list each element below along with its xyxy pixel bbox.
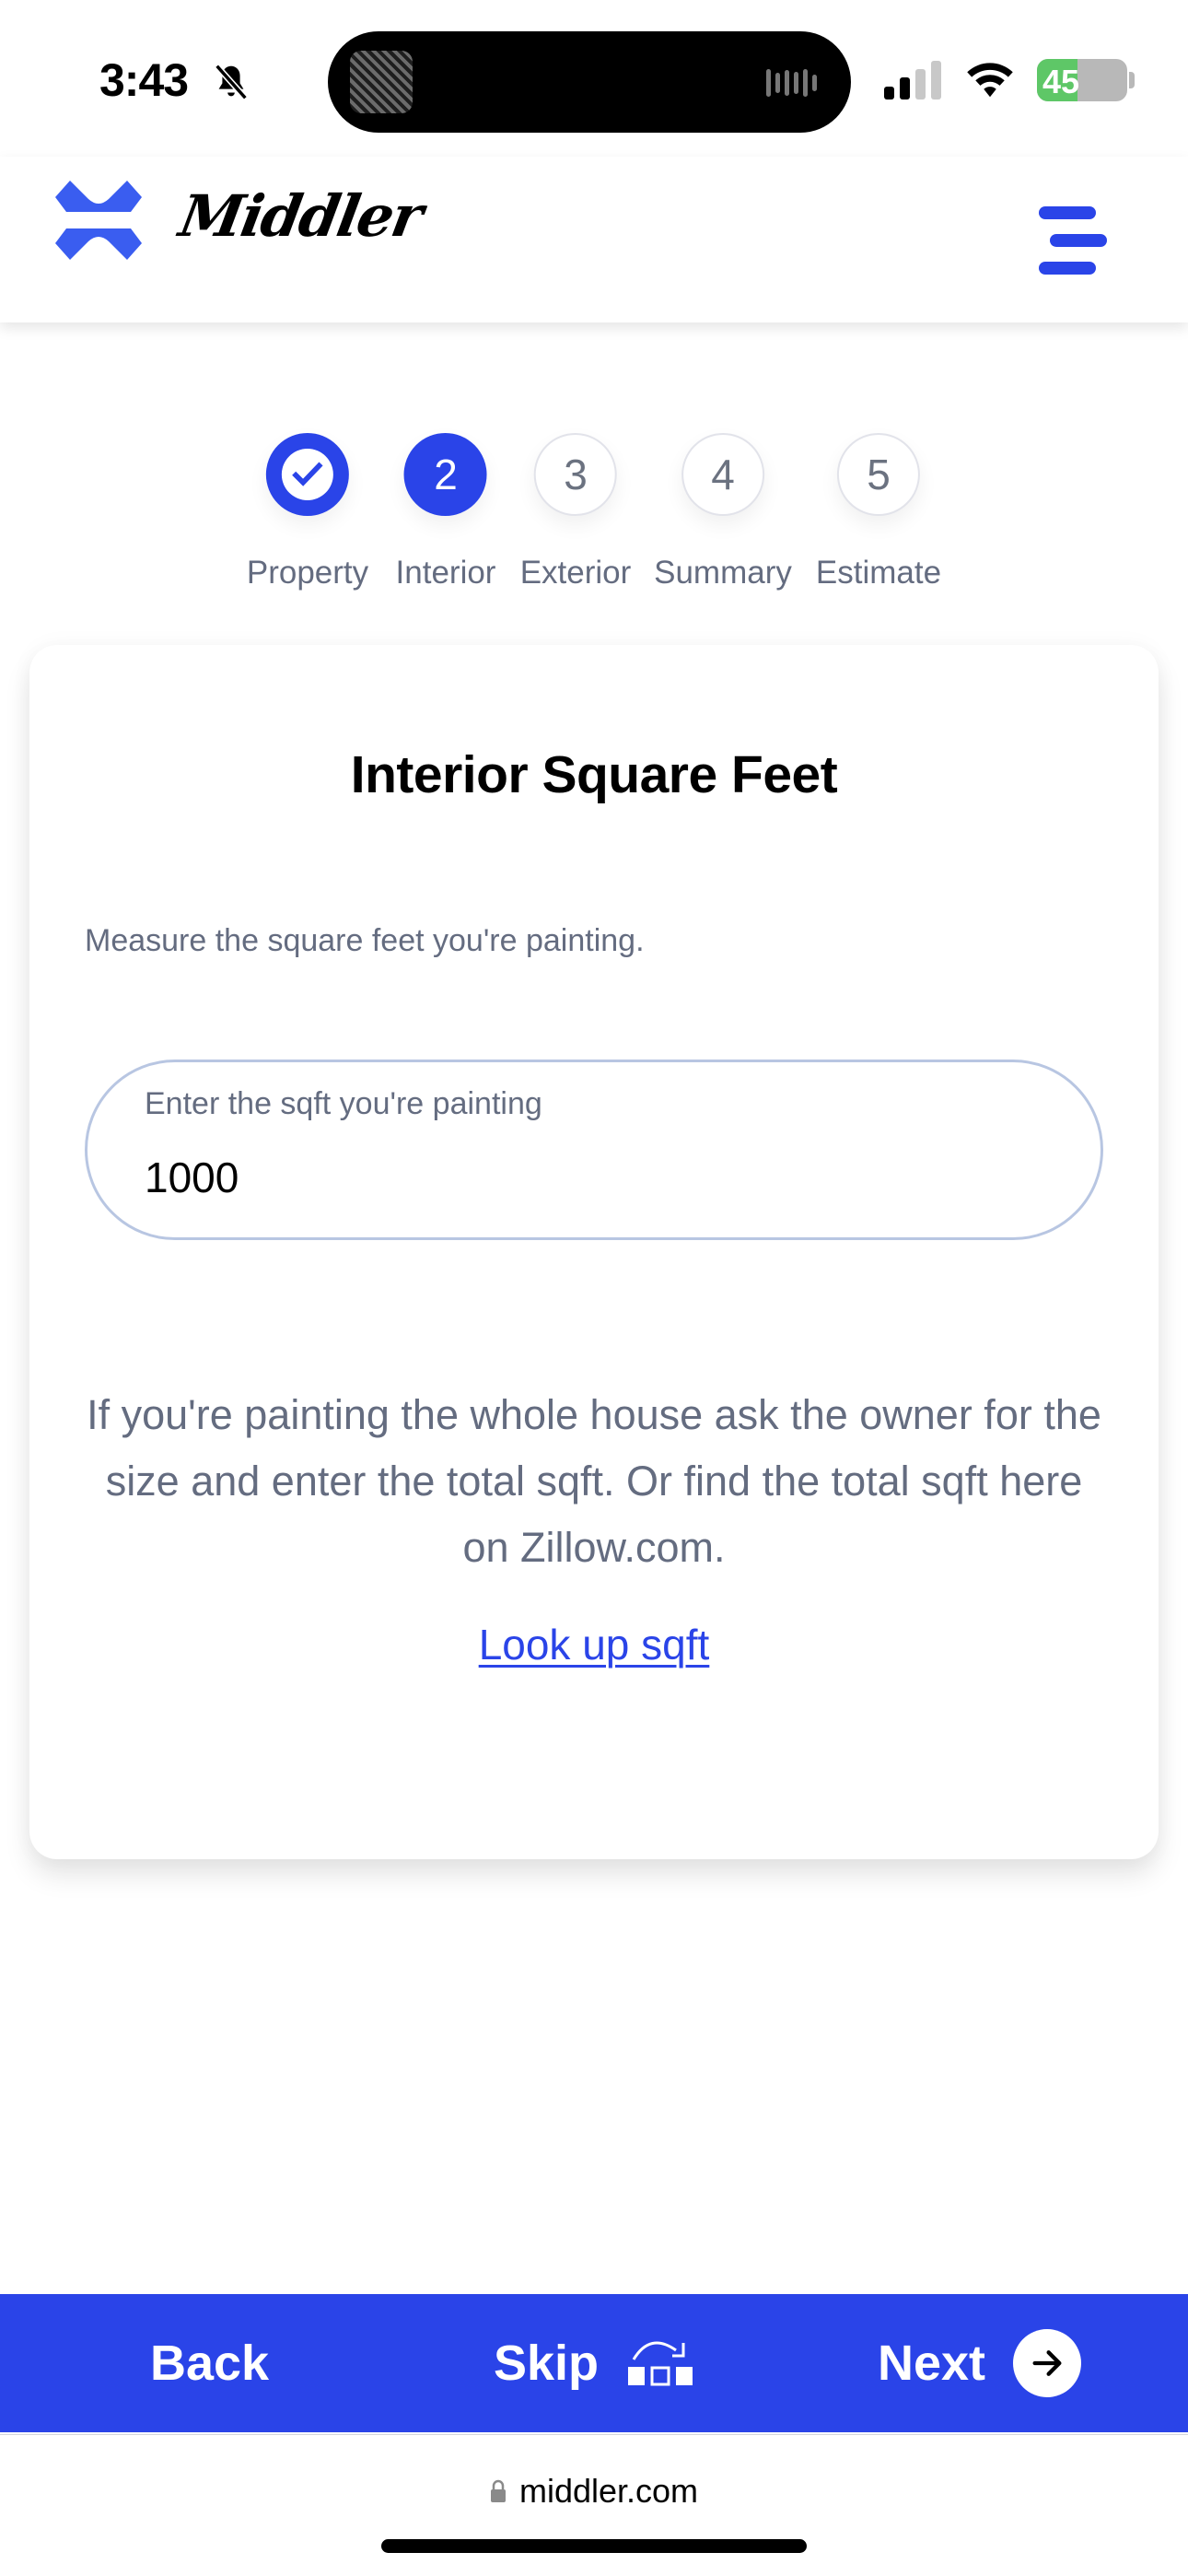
sqft-field[interactable]: Enter the sqft you're painting <box>85 1060 1103 1240</box>
bell-slash-icon <box>215 64 248 100</box>
status-time: 3:43 <box>99 54 189 106</box>
step-property[interactable]: Property <box>247 433 368 591</box>
sqft-card: Interior Square Feet Measure the square … <box>29 645 1159 1859</box>
status-bar: 3:43 45 <box>0 0 1188 157</box>
home-indicator[interactable] <box>381 2539 807 2553</box>
step-circle: 3 <box>534 433 617 516</box>
middler-logo-icon[interactable] <box>53 179 144 262</box>
audio-waveform-icon <box>766 66 823 100</box>
cellular-signal-icon <box>884 61 945 100</box>
skip-button[interactable]: Skip <box>494 2294 696 2432</box>
back-button[interactable]: Back <box>150 2294 269 2432</box>
now-playing-artwork <box>350 51 413 113</box>
menu-line <box>1039 206 1096 219</box>
skip-step-icon <box>628 2341 693 2386</box>
check-icon <box>282 449 333 500</box>
lookup-link-wrapper: Look up sqft <box>29 1620 1159 1669</box>
sqft-field-label: Enter the sqft you're painting <box>145 1086 542 1121</box>
hamburger-menu-button[interactable] <box>1031 193 1120 276</box>
battery-nub <box>1129 72 1135 88</box>
skip-label: Skip <box>494 2336 600 2391</box>
back-label: Back <box>150 2336 270 2391</box>
sqft-input[interactable] <box>145 1145 973 1210</box>
step-summary[interactable]: 4 Summary <box>654 433 792 591</box>
menu-line <box>1039 262 1096 275</box>
step-circle <box>266 433 349 516</box>
next-label: Next <box>878 2336 986 2391</box>
arrow-right-icon <box>1013 2329 1082 2397</box>
step-label: Interior <box>395 555 496 591</box>
battery-percent: 45 <box>1042 63 1080 100</box>
step-label: Estimate <box>815 555 942 591</box>
step-label: Property <box>246 555 369 591</box>
help-text: If you're painting the whole house ask t… <box>87 1391 1101 1571</box>
step-label: Summary <box>654 555 792 591</box>
step-circle: 2 <box>404 433 487 516</box>
step-circle: 5 <box>837 433 920 516</box>
dynamic-island <box>328 31 851 133</box>
browser-url-bar: middler.com <box>0 2434 1188 2576</box>
url-display[interactable]: middler.com <box>0 2472 1188 2511</box>
lock-icon <box>490 2479 506 2502</box>
card-title: Interior Square Feet <box>350 745 838 804</box>
url-text: middler.com <box>518 2472 699 2510</box>
step-label: Exterior <box>519 555 632 591</box>
card-subtitle: Measure the square feet you're painting. <box>85 923 645 958</box>
next-button[interactable]: Next <box>878 2294 1082 2432</box>
progress-stepper: Property 2 Interior 3 Exterior 4 Summary… <box>0 433 1188 599</box>
wifi-icon <box>967 63 1013 98</box>
look-up-sqft-link[interactable]: Look up sqft <box>479 1621 710 1669</box>
bottom-nav: Back Skip Next <box>0 2294 1188 2432</box>
step-interior[interactable]: 2 Interior <box>395 433 496 591</box>
step-estimate[interactable]: 5 Estimate <box>816 433 941 591</box>
app-header: Middler <box>0 157 1188 322</box>
battery-indicator: 45 <box>1037 59 1127 101</box>
menu-line <box>1050 234 1107 247</box>
step-circle: 4 <box>681 433 764 516</box>
brand-wordmark[interactable]: Middler <box>175 182 426 250</box>
step-exterior[interactable]: 3 Exterior <box>519 433 632 591</box>
